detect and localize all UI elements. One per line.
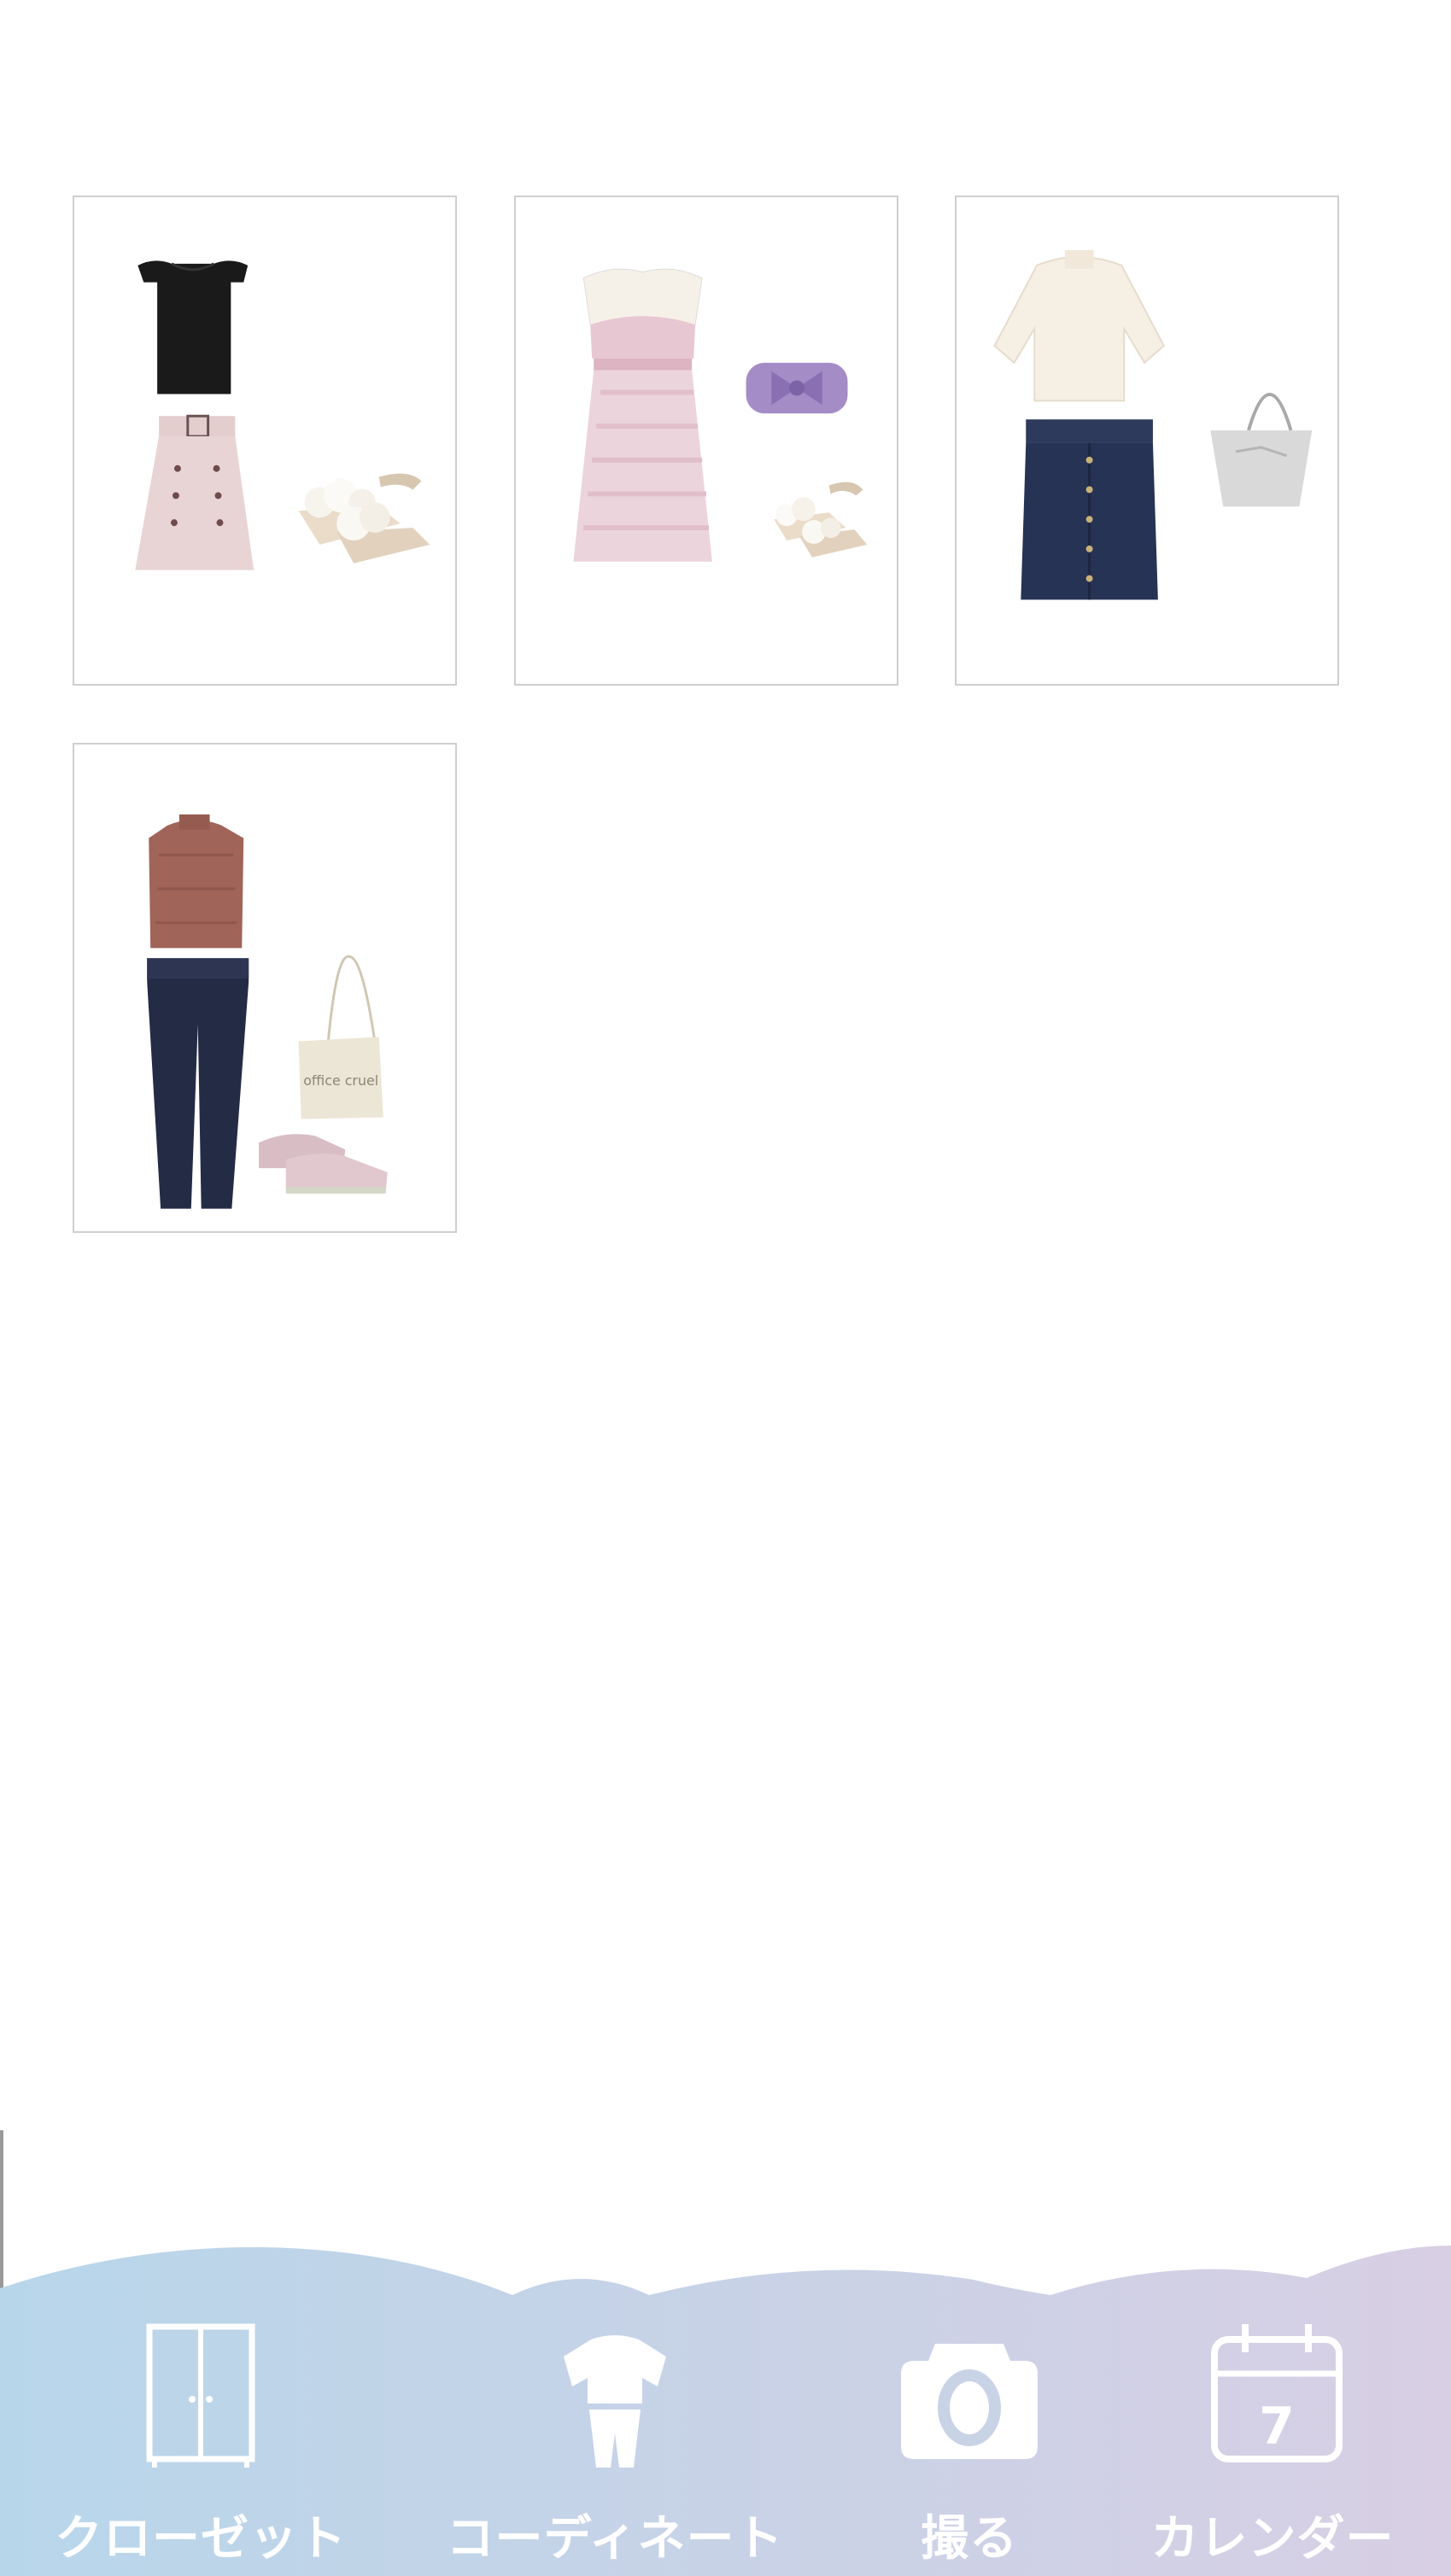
pink-belted-skirt bbox=[135, 414, 255, 570]
cream-lace-blouse bbox=[993, 250, 1166, 402]
calendar-icon: 7 bbox=[1187, 2305, 1358, 2476]
cream-pompom-sandals bbox=[774, 482, 868, 558]
navy-tapered-pants bbox=[147, 958, 249, 1209]
tab-label-shoot: 撮る bbox=[921, 2511, 1018, 2567]
wardrobe-icon bbox=[115, 2305, 286, 2476]
camera-icon bbox=[884, 2305, 1055, 2476]
pink-sneakers bbox=[259, 1134, 388, 1194]
outfit-icon bbox=[529, 2305, 700, 2476]
canvas-tote-bag: office cruel bbox=[298, 955, 383, 1119]
tab-coordinate[interactable]: コーディネート bbox=[444, 2305, 786, 2576]
outfit-image-4: office cruel bbox=[147, 814, 388, 1209]
tab-calendar[interactable]: 7 カレンダー bbox=[1144, 2305, 1401, 2576]
black-ruffle-top bbox=[137, 260, 249, 394]
outfit-image-2 bbox=[573, 268, 868, 562]
cream-pompom-sandals bbox=[298, 473, 430, 564]
tab-closet[interactable]: クローゼット bbox=[43, 2305, 359, 2576]
rose-knit-top bbox=[149, 814, 244, 949]
outfit-image-1 bbox=[135, 260, 430, 570]
outfit-card-3[interactable] bbox=[955, 196, 1339, 686]
tab-shoot[interactable]: 撮る bbox=[863, 2305, 1076, 2576]
grey-tote-bag bbox=[1210, 393, 1313, 507]
tab-label-coordinate: コーディネート bbox=[446, 2511, 784, 2567]
tab-label-calendar: カレンダー bbox=[1150, 2511, 1395, 2567]
tote-print: office cruel bbox=[303, 1072, 378, 1089]
lavender-bow-pouch bbox=[746, 362, 848, 414]
navy-denim-skirt bbox=[1021, 419, 1158, 600]
tab-label-closet: クローゼット bbox=[55, 2511, 347, 2567]
outfit-image-3 bbox=[993, 250, 1313, 600]
pink-tweed-dress bbox=[573, 268, 712, 562]
outfit-card-2[interactable] bbox=[514, 196, 898, 686]
page: office cruel クローゼット コーディネート 撮る 7 カレンダー bbox=[0, 0, 1451, 2576]
calendar-day: 7 bbox=[1259, 2397, 1295, 2456]
outfit-card-4[interactable]: office cruel bbox=[73, 743, 457, 1233]
outfit-card-1[interactable] bbox=[73, 196, 457, 686]
